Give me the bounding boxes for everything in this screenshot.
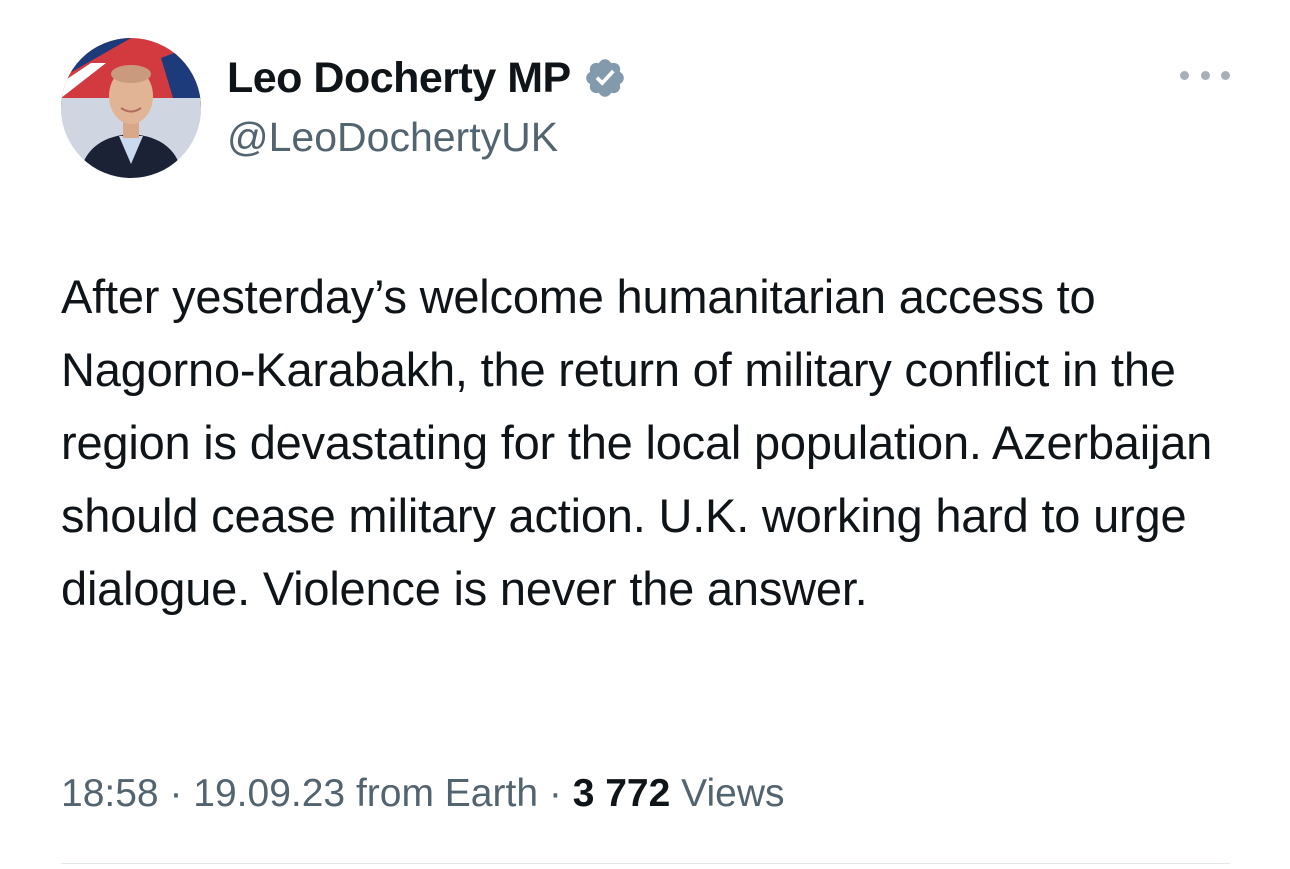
tweet-date[interactable]: 19.09.23 <box>193 772 345 815</box>
tweet: Leo Docherty MP @LeoDochertyUK After yes… <box>0 0 1290 869</box>
user-handle[interactable]: @LeoDochertyUK <box>227 114 627 161</box>
more-options-icon[interactable] <box>1180 60 1230 90</box>
avatar[interactable] <box>61 38 201 178</box>
dot <box>1221 70 1230 80</box>
views-label: Views <box>681 772 785 815</box>
tweet-meta: 18:58 · 19.09.23 from Earth · 3 772 View… <box>61 772 784 816</box>
separator: · <box>548 772 562 815</box>
tweet-source: from Earth <box>355 772 539 815</box>
tweet-time[interactable]: 18:58 <box>61 772 159 815</box>
dot <box>1180 70 1189 80</box>
tweet-text: After yesterday’s welcome humanitarian a… <box>61 270 1213 615</box>
avatar-photo <box>61 38 201 178</box>
name-row: Leo Docherty MP <box>227 48 627 108</box>
views-count: 3 772 <box>572 772 671 815</box>
separator: · <box>169 772 183 815</box>
dot <box>1200 70 1210 80</box>
divider <box>61 863 1230 864</box>
author-block: Leo Docherty MP @LeoDochertyUK <box>227 48 627 161</box>
verified-badge-icon[interactable] <box>583 56 627 100</box>
display-name[interactable]: Leo Docherty MP <box>227 54 571 103</box>
